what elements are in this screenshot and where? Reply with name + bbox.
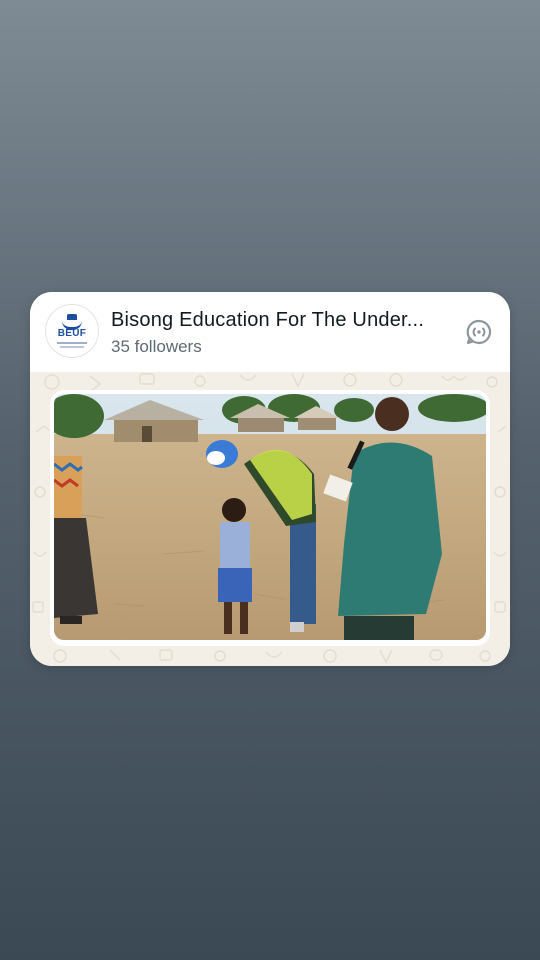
channel-forward-icon[interactable] [465, 318, 493, 346]
channel-name[interactable]: Bisong Education For The Under... [111, 309, 451, 332]
follower-count: 35 followers [111, 337, 202, 356]
channel-header[interactable]: BEUF Bisong Education For The Under... 3… [30, 292, 510, 372]
channel-post-card[interactable]: BEUF Bisong Education For The Under... 3… [30, 292, 510, 666]
avatar-logo-text: BEUF [57, 328, 87, 339]
post-media-frame[interactable] [50, 390, 490, 646]
channel-avatar[interactable]: BEUF [45, 304, 99, 358]
logo-tagline-line [57, 342, 87, 344]
media-area [30, 372, 510, 666]
post-photo[interactable] [54, 394, 486, 640]
book-icon [62, 314, 82, 330]
logo-tagline-line [60, 346, 84, 348]
